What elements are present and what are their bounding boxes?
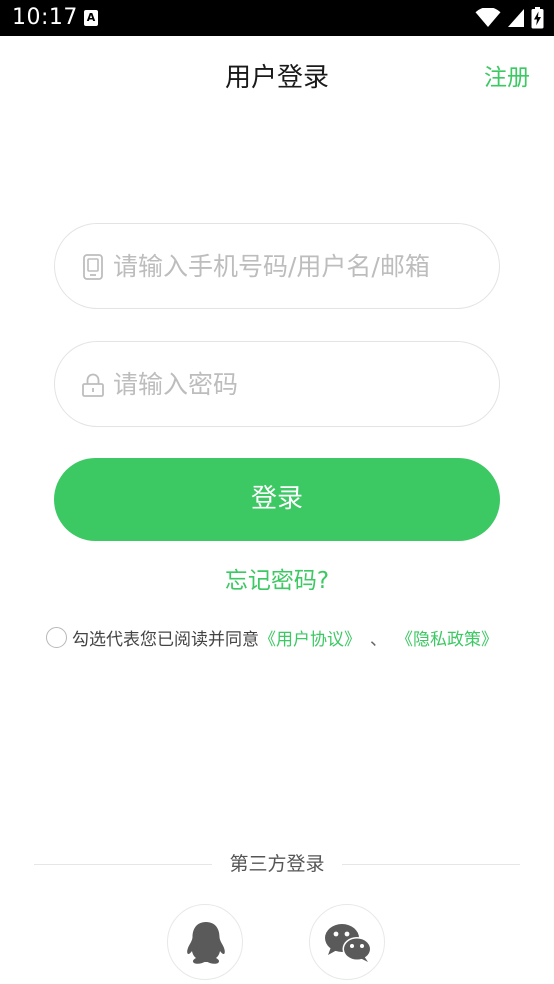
third-party-section: 第三方登录 [34,848,520,880]
lock-icon [82,373,104,397]
divider-right [342,864,520,865]
agreement-checkbox[interactable] [46,626,67,648]
phone-icon [83,254,103,280]
qq-login-button[interactable] [167,904,243,980]
agreement-text: 勾选代表您已阅读并同意 [72,629,259,650]
battery-charging-icon [531,7,544,29]
qq-icon [187,922,225,964]
register-link[interactable]: 注册 [484,61,530,95]
status-icons [475,7,544,29]
signal-icon [508,9,524,27]
username-field[interactable] [54,223,500,309]
agreement-row: 勾选代表您已阅读并同意 《用户协议》 、 《隐私政策》 [46,624,498,650]
user-agreement-link[interactable]: 《用户协议》 [259,625,361,650]
password-input[interactable] [113,342,479,426]
a-letter-icon: A [84,10,98,26]
status-bar: 10:17 A [0,0,554,36]
page-title: 用户登录 [224,63,329,93]
agreement-separator: 、 [370,629,387,650]
status-time: 10:17 [12,5,78,30]
wechat-icon [325,924,372,962]
wechat-login-button[interactable] [309,904,385,980]
username-input[interactable] [113,224,479,308]
forgot-password-link[interactable]: 忘记密码? [0,564,554,598]
login-button[interactable]: 登录 [54,458,500,541]
header: 用户登录 注册 [0,36,554,120]
wifi-icon [475,8,501,27]
privacy-policy-link[interactable]: 《隐私政策》 [396,625,498,650]
password-field[interactable] [54,341,500,427]
